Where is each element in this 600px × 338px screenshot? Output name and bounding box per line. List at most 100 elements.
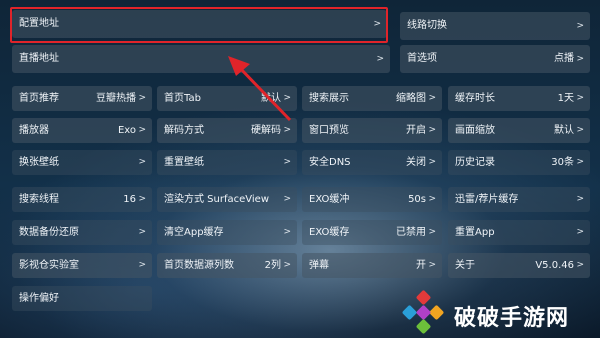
chevron-right-icon: > <box>576 157 584 167</box>
settings-item-value: 默认 <box>554 125 574 136</box>
settings-item-value: 1天 <box>557 93 574 104</box>
settings-item[interactable]: 首页Tab 默认 > <box>157 86 297 111</box>
chevron-right-icon: > <box>576 93 584 103</box>
chevron-right-icon: > <box>283 93 291 103</box>
settings-item-label: 首页推荐 <box>19 93 59 104</box>
settings-item[interactable]: 重置App > <box>448 220 590 245</box>
settings-item-label: 重置壁纸 <box>164 157 204 168</box>
settings-item[interactable]: 搜索线程 16 > <box>12 187 152 212</box>
settings-item[interactable]: 影视仓实验室 > <box>12 253 152 278</box>
line-switch-item[interactable]: 线路切换 > <box>400 12 590 40</box>
settings-item-value: 硬解码 <box>251 125 281 136</box>
settings-item-value: 关闭 <box>406 157 426 168</box>
chevron-right-icon: > <box>576 194 584 204</box>
settings-item-label: 解码方式 <box>164 125 204 136</box>
settings-item-label: EXO缓存 <box>309 227 350 238</box>
settings-item-label: EXO缓冲 <box>309 194 350 205</box>
chevron-right-icon: > <box>576 125 584 135</box>
settings-item[interactable]: 迅雷/荐片缓存 > <box>448 187 590 212</box>
chevron-right-icon: > <box>376 54 384 64</box>
chevron-right-icon: > <box>138 260 146 270</box>
settings-item[interactable]: 搜索展示 缩略图 > <box>302 86 442 111</box>
chevron-right-icon: > <box>283 227 291 237</box>
settings-item-value: 开启 <box>406 125 426 136</box>
settings-item[interactable]: 清空App缓存 > <box>157 220 297 245</box>
settings-item[interactable]: 播放器 Exo > <box>12 118 152 143</box>
settings-item-value: 2列 <box>264 260 281 271</box>
settings-item-label: 迅雷/荐片缓存 <box>455 194 519 205</box>
chevron-right-icon: > <box>138 125 146 135</box>
chevron-right-icon: > <box>576 54 584 64</box>
settings-item[interactable]: EXO缓冲 50s > <box>302 187 442 212</box>
settings-item[interactable]: 历史记录 30条 > <box>448 150 590 175</box>
settings-item-value: 已禁用 <box>396 227 426 238</box>
settings-item-label: 渲染方式 SurfaceView <box>164 194 270 205</box>
config-address-item[interactable]: 配置地址 > <box>12 10 387 38</box>
settings-item-value: 默认 <box>261 93 281 104</box>
live-address-item[interactable]: 直播地址 > <box>12 45 390 73</box>
chevron-right-icon: > <box>138 93 146 103</box>
live-address-label: 直播地址 <box>19 53 59 64</box>
home-option-value: 点播 <box>554 53 574 64</box>
chevron-right-icon: > <box>138 194 146 204</box>
settings-item[interactable]: 窗口预览 开启 > <box>302 118 442 143</box>
settings-item-label: 搜索线程 <box>19 194 59 205</box>
settings-item-value: 豆瓣热播 <box>96 93 136 104</box>
settings-item-label: 首页Tab <box>164 93 201 104</box>
chevron-right-icon: > <box>283 125 291 135</box>
settings-item[interactable]: 首页推荐 豆瓣热播 > <box>12 86 152 111</box>
settings-item-label: 重置App <box>455 227 495 238</box>
chevron-right-icon: > <box>283 157 291 167</box>
chevron-right-icon: > <box>576 21 584 31</box>
settings-item-value: 30条 <box>551 157 574 168</box>
settings-item-label: 关于 <box>455 260 475 271</box>
chevron-right-icon: > <box>576 260 584 270</box>
settings-item[interactable]: EXO缓存 已禁用 > <box>302 220 442 245</box>
operation-preference-label: 操作偏好 <box>19 293 59 304</box>
settings-item-label: 弹幕 <box>309 260 329 271</box>
watermark-logo-icon <box>402 290 444 334</box>
home-option-label: 首选项 <box>407 53 437 64</box>
chevron-right-icon: > <box>428 125 436 135</box>
settings-item-value: 50s <box>408 194 426 205</box>
settings-item-value: Exo <box>117 125 136 136</box>
settings-item[interactable]: 换张壁纸 > <box>12 150 152 175</box>
settings-item-value: V5.0.46 <box>535 260 574 271</box>
settings-item[interactable]: 画面缩放 默认 > <box>448 118 590 143</box>
settings-item[interactable]: 首页数据源列数 2列 > <box>157 253 297 278</box>
settings-item[interactable]: 渲染方式 SurfaceView > <box>157 187 297 212</box>
settings-item-label: 数据备份还原 <box>19 227 79 238</box>
settings-item-label: 搜索展示 <box>309 93 349 104</box>
home-option-item[interactable]: 首选项 点播 > <box>400 45 590 73</box>
settings-item-label: 历史记录 <box>455 157 495 168</box>
settings-item[interactable]: 缓存时长 1天 > <box>448 86 590 111</box>
chevron-right-icon: > <box>283 194 291 204</box>
operation-preference-item[interactable]: 操作偏好 <box>12 286 152 311</box>
settings-item[interactable]: 弹幕 开 > <box>302 253 442 278</box>
settings-item-label: 画面缩放 <box>455 125 495 136</box>
chevron-right-icon: > <box>428 93 436 103</box>
chevron-right-icon: > <box>428 227 436 237</box>
settings-item-label: 首页数据源列数 <box>164 260 234 271</box>
settings-item-value: 缩略图 <box>396 93 426 104</box>
chevron-right-icon: > <box>428 260 436 270</box>
settings-item-label: 清空App缓存 <box>164 227 224 238</box>
settings-item-label: 窗口预览 <box>309 125 349 136</box>
settings-item[interactable]: 数据备份还原 > <box>12 220 152 245</box>
chevron-right-icon: > <box>138 227 146 237</box>
settings-item-label: 播放器 <box>19 125 49 136</box>
settings-item[interactable]: 解码方式 硬解码 > <box>157 118 297 143</box>
settings-item-value: 16 <box>123 194 136 205</box>
settings-item-value: 开 <box>416 260 426 271</box>
chevron-right-icon: > <box>138 157 146 167</box>
chevron-right-icon: > <box>576 227 584 237</box>
chevron-right-icon: > <box>428 157 436 167</box>
settings-item-label: 缓存时长 <box>455 93 495 104</box>
settings-item[interactable]: 关于 V5.0.46 > <box>448 253 590 278</box>
settings-item[interactable]: 安全DNS 关闭 > <box>302 150 442 175</box>
config-address-label: 配置地址 <box>19 18 59 29</box>
chevron-right-icon: > <box>428 194 436 204</box>
settings-item[interactable]: 重置壁纸 > <box>157 150 297 175</box>
line-switch-label: 线路切换 <box>407 20 447 31</box>
settings-item-label: 影视仓实验室 <box>19 260 79 271</box>
